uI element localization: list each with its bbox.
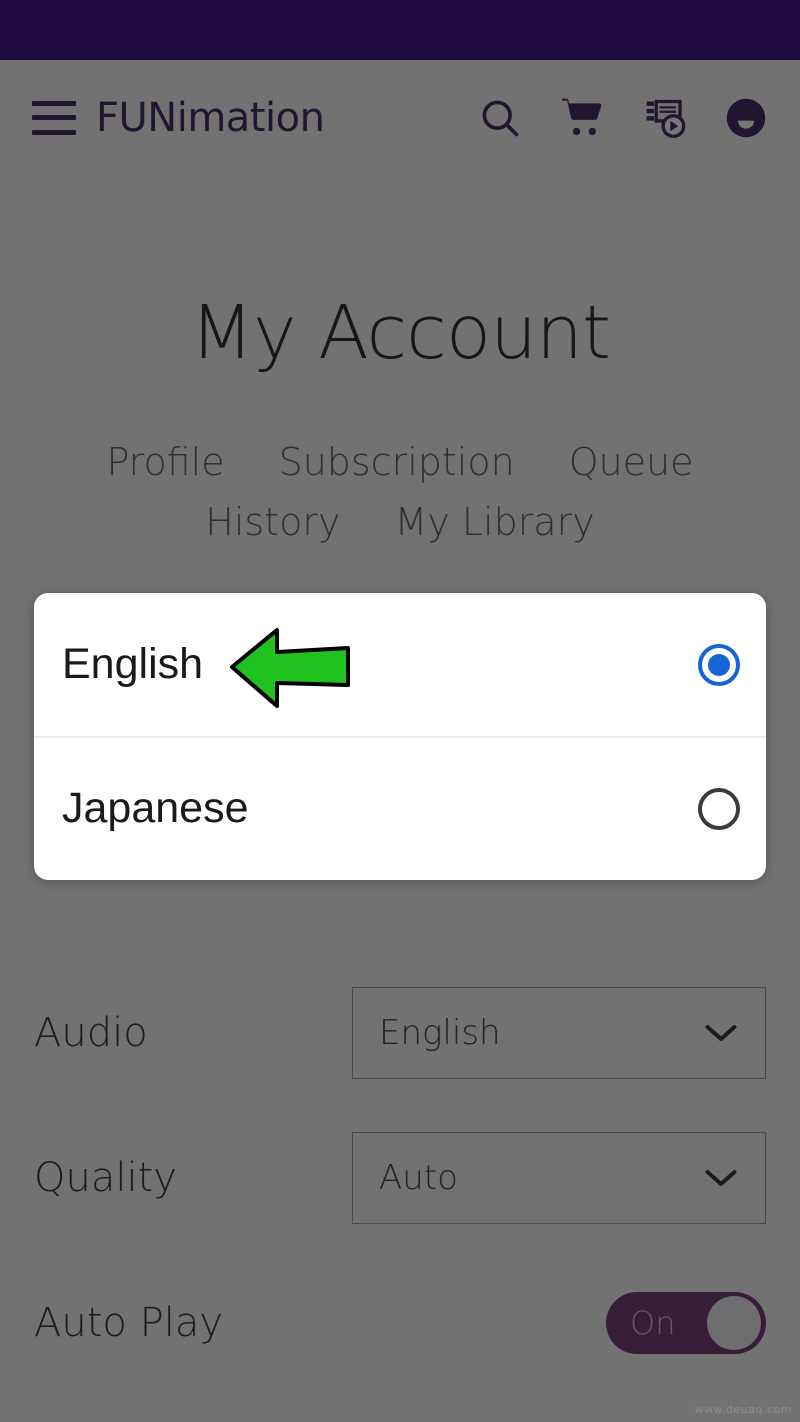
quality-select-value: Auto	[379, 1157, 458, 1198]
setting-row-quality: Quality Auto	[0, 1105, 800, 1250]
auto-play-toggle[interactable]: On	[606, 1291, 766, 1354]
chevron-down-icon	[705, 1024, 737, 1041]
language-select-modal: English Japanese	[34, 593, 766, 880]
header-icon-group	[478, 96, 768, 140]
account-tabs: Profile Subscription Queue History My Li…	[60, 440, 740, 544]
hamburger-bar	[32, 115, 76, 120]
tab-my-library[interactable]: My Library	[394, 500, 594, 544]
hamburger-menu-icon[interactable]	[32, 100, 76, 135]
audio-label: Audio	[34, 1009, 148, 1056]
hamburger-bar	[32, 129, 76, 135]
audio-select[interactable]: English	[352, 986, 766, 1079]
hamburger-bar	[32, 100, 76, 106]
auto-play-toggle-state: On	[630, 1303, 676, 1342]
watermark: www.deuaq.com	[694, 1403, 792, 1416]
radio-english[interactable]	[698, 643, 740, 686]
setting-row-audio: Audio English	[0, 960, 800, 1105]
auto-play-control: On	[606, 1291, 766, 1354]
account-tabs-row-2: History My Library	[60, 500, 740, 544]
screen-root: FUNimation My Account Profile Subscripti…	[0, 0, 800, 1422]
queue-play-icon[interactable]	[642, 96, 688, 140]
tab-queue[interactable]: Queue	[569, 440, 694, 484]
quality-control: Auto	[352, 1131, 766, 1224]
audio-control: English	[352, 986, 766, 1079]
quality-label: Quality	[34, 1154, 177, 1201]
cart-icon[interactable]	[558, 96, 606, 140]
status-bar	[0, 0, 800, 60]
search-icon[interactable]	[478, 96, 522, 140]
option-english[interactable]: English	[34, 593, 766, 736]
radio-japanese[interactable]	[698, 787, 740, 830]
page-title: My Account	[190, 290, 611, 376]
tab-history[interactable]: History	[205, 500, 340, 544]
audio-select-value: English	[379, 1012, 501, 1053]
auto-play-label: Auto Play	[34, 1299, 224, 1346]
option-english-label: English	[62, 640, 204, 688]
tab-subscription[interactable]: Subscription	[279, 440, 515, 484]
option-japanese-label: Japanese	[62, 784, 249, 832]
settings-list: Audio English Quality Auto Auto Play On	[0, 960, 800, 1395]
tab-profile[interactable]: Profile	[106, 440, 224, 484]
quality-select[interactable]: Auto	[352, 1131, 766, 1224]
chevron-down-icon	[705, 1169, 737, 1186]
option-japanese[interactable]: Japanese	[34, 736, 766, 879]
toggle-knob	[707, 1295, 761, 1350]
funimation-logo[interactable]: FUNimation	[96, 95, 325, 141]
avatar-icon[interactable]	[724, 96, 768, 140]
site-header: FUNimation	[0, 60, 800, 175]
setting-row-auto-play: Auto Play On	[0, 1250, 800, 1395]
